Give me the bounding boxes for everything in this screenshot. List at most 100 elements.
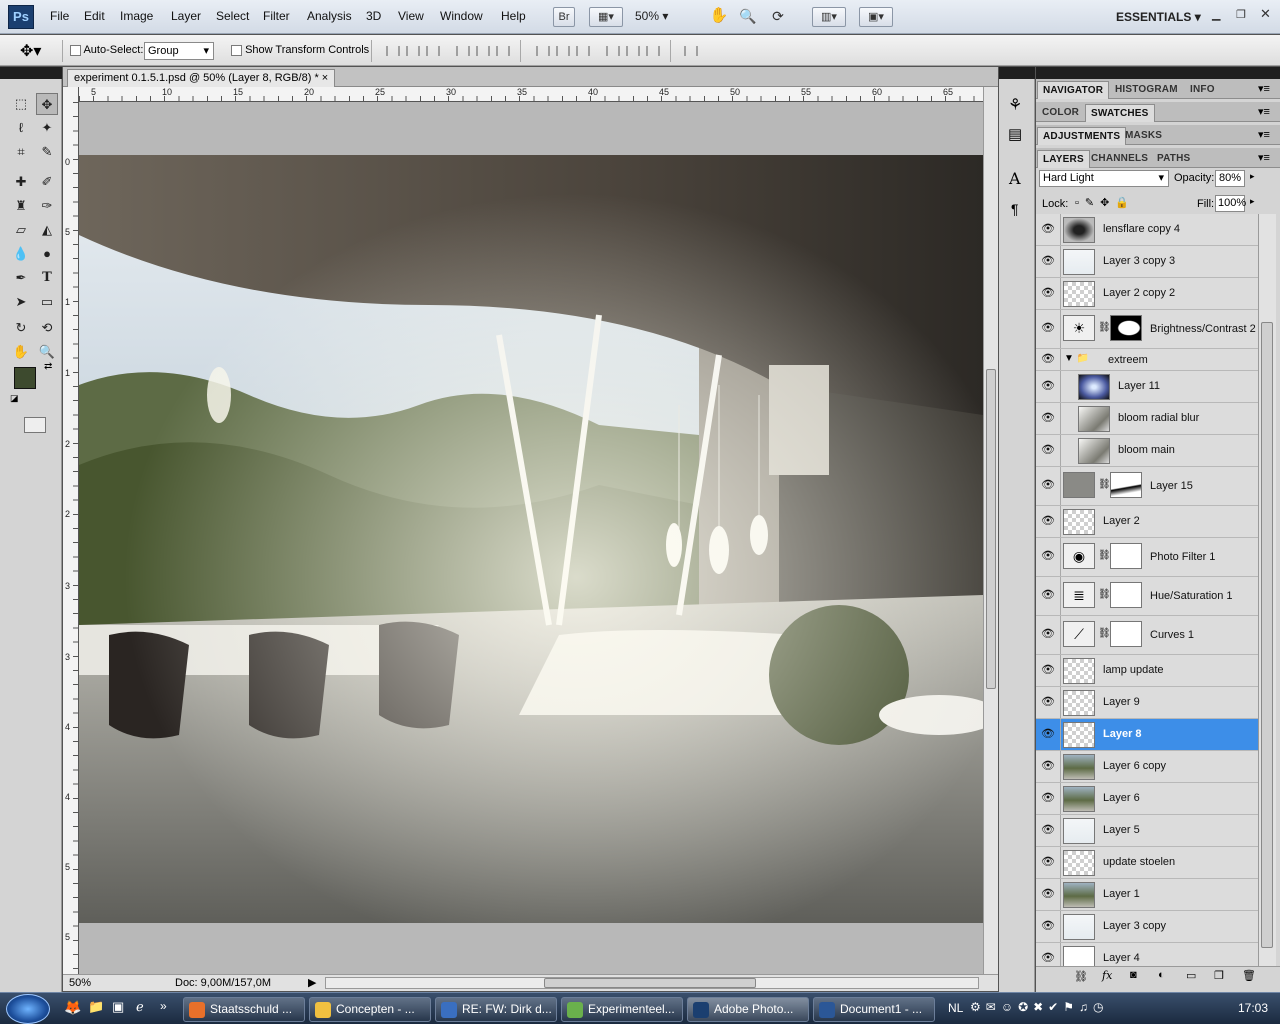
visibility-eye-icon[interactable]: 👁 xyxy=(1040,354,1056,365)
taskbar-button[interactable]: Adobe Photo... xyxy=(687,997,809,1022)
menu-view[interactable]: View xyxy=(398,9,424,23)
visibility-eye-icon[interactable]: 👁 xyxy=(1040,697,1056,708)
status-zoom[interactable]: 50% xyxy=(69,977,91,989)
taskbar-button[interactable]: Experimenteel... xyxy=(561,997,683,1022)
character-icon[interactable]: A xyxy=(1009,169,1021,188)
vertical-ruler[interactable]: 0 5 1 1 2 2 3 3 4 4 5 5 xyxy=(63,87,79,989)
paint-bucket-icon[interactable]: ◭ xyxy=(36,219,58,241)
vertical-scroll-thumb[interactable] xyxy=(986,369,996,689)
hand-icon[interactable]: ✋ xyxy=(708,7,730,27)
visibility-eye-icon[interactable]: 👁 xyxy=(1040,857,1056,868)
crop-tool-icon[interactable]: ⌗ xyxy=(10,141,32,163)
menu-edit[interactable]: Edit xyxy=(84,9,105,23)
auto-align-icon[interactable] xyxy=(684,46,698,56)
visibility-eye-icon[interactable]: 👁 xyxy=(1040,288,1056,299)
type-tool-icon[interactable]: T xyxy=(36,267,58,289)
auto-select-checkbox[interactable]: Auto-Select: xyxy=(70,44,143,56)
eraser-tool-icon[interactable]: ▱ xyxy=(10,219,32,241)
distribute-right-icon[interactable] xyxy=(646,46,660,56)
new-adjustment-icon[interactable]: ◐ xyxy=(1158,969,1165,981)
fill-input[interactable]: 100% xyxy=(1215,195,1246,212)
swap-colors-icon[interactable]: ⇄ xyxy=(44,361,52,372)
desktop-quicklaunch-icon[interactable]: ▣ xyxy=(112,999,124,1015)
lasso-tool-icon[interactable]: ℓ xyxy=(10,117,32,139)
tab-adjustments[interactable]: ADJUSTMENTS xyxy=(1037,127,1127,145)
clone-stamp-icon[interactable]: ♜ xyxy=(10,195,32,217)
layer-row[interactable]: 👁 Layer 6 xyxy=(1036,783,1258,815)
layer-style-icon[interactable]: fx xyxy=(1102,969,1112,982)
show-transform-checkbox[interactable]: Show Transform Controls xyxy=(231,44,369,56)
document-canvas[interactable] xyxy=(79,155,983,923)
opacity-input[interactable]: 80% xyxy=(1215,170,1245,187)
layer-row[interactable]: 👁 Layer 9 xyxy=(1036,687,1258,719)
3d-orbit-icon[interactable]: ⟲ xyxy=(36,317,58,339)
tab-paths[interactable]: PATHS xyxy=(1152,150,1195,168)
align-vcenter-icon[interactable] xyxy=(406,46,420,56)
visibility-eye-icon[interactable]: 👁 xyxy=(1040,793,1056,804)
layer-row[interactable]: 👁 ⛓ Layer 15 xyxy=(1036,467,1258,506)
taskbar-button[interactable]: Staatsschuld ... xyxy=(183,997,305,1022)
move-tool-preset-icon[interactable]: ✥▾ xyxy=(20,41,41,61)
marquee-tool-icon[interactable]: ⬚ xyxy=(10,93,32,115)
bridge-icon[interactable]: Br xyxy=(553,7,575,27)
visibility-eye-icon[interactable]: 👁 xyxy=(1040,729,1056,740)
arrange-documents-icon[interactable]: ▥▾ xyxy=(812,7,846,27)
layer-row[interactable]: 👁 Layer 2 xyxy=(1036,506,1258,538)
mask-link-icon[interactable]: ⛓ xyxy=(1098,322,1111,333)
align-hcenter-icon[interactable] xyxy=(476,46,490,56)
mask-link-icon[interactable]: ⛓ xyxy=(1098,628,1111,639)
group-folder-icon[interactable]: ▼ 📁 xyxy=(1064,353,1089,364)
layer-row[interactable]: 👁 Layer 11 xyxy=(1036,371,1258,403)
auto-select-dropdown[interactable]: Group ▾ xyxy=(144,42,214,60)
panel-menu-icon[interactable]: ▾≡ xyxy=(1258,82,1270,95)
tab-masks[interactable]: MASKS xyxy=(1120,127,1167,145)
visibility-eye-icon[interactable]: 👁 xyxy=(1040,761,1056,772)
delete-layer-icon[interactable]: 🗑 xyxy=(1242,969,1256,982)
history-brush-icon[interactable]: ✑ xyxy=(36,195,58,217)
visibility-eye-icon[interactable]: 👁 xyxy=(1040,381,1056,392)
visibility-eye-icon[interactable]: 👁 xyxy=(1040,480,1056,491)
new-group-icon[interactable]: ▭ xyxy=(1186,969,1196,982)
layer-row[interactable]: 👁 lensflare copy 4 xyxy=(1036,214,1258,246)
taskbar-button[interactable]: Concepten - ... xyxy=(309,997,431,1022)
visibility-eye-icon[interactable]: 👁 xyxy=(1040,323,1056,334)
align-left-icon[interactable] xyxy=(456,46,470,56)
menu-3d[interactable]: 3D xyxy=(366,9,381,23)
brush-presets-icon[interactable]: ⚘ xyxy=(1008,95,1022,115)
screen-mode-icon[interactable]: ▣▾ xyxy=(859,7,893,27)
start-button[interactable] xyxy=(6,994,50,1024)
visibility-eye-icon[interactable]: 👁 xyxy=(1040,224,1056,235)
paragraph-icon[interactable]: ¶ xyxy=(1011,201,1019,217)
layer-mask-thumbnail[interactable] xyxy=(1110,621,1142,647)
menu-help[interactable]: Help xyxy=(501,9,526,23)
mask-link-icon[interactable]: ⛓ xyxy=(1098,479,1111,490)
shape-tool-icon[interactable]: ▭ xyxy=(36,291,58,313)
tab-histogram[interactable]: HISTOGRAM xyxy=(1110,81,1183,99)
horizontal-scrollbar[interactable] xyxy=(325,977,979,989)
visibility-eye-icon[interactable]: 👁 xyxy=(1040,516,1056,527)
add-mask-icon[interactable]: ◙ xyxy=(1130,969,1137,981)
vertical-scrollbar[interactable] xyxy=(983,87,998,974)
zoom-icon[interactable]: 🔍 xyxy=(737,7,759,27)
visibility-eye-icon[interactable]: 👁 xyxy=(1040,825,1056,836)
layer-row[interactable]: 👁 ≣ ⛓ Hue/Saturation 1 xyxy=(1036,577,1258,616)
folder-quicklaunch-icon[interactable]: 📁 xyxy=(88,999,104,1015)
tab-color[interactable]: COLOR xyxy=(1037,104,1084,122)
hand-tool-icon[interactable]: ✋ xyxy=(10,341,32,363)
3d-rotate-icon[interactable]: ↻ xyxy=(10,317,32,339)
link-layers-icon[interactable]: ⛓ xyxy=(1074,970,1088,983)
layer-mask-thumbnail[interactable] xyxy=(1110,315,1142,341)
layers-scrollbar[interactable] xyxy=(1258,214,1276,966)
zoom-tool-icon[interactable]: 🔍 xyxy=(36,341,58,363)
layer-row[interactable]: 👁 Layer 4 xyxy=(1036,943,1258,966)
distribute-hcenter-icon[interactable] xyxy=(626,46,640,56)
tab-swatches[interactable]: SWATCHES xyxy=(1085,104,1155,122)
system-tray-icons[interactable]: ⚙✉☺✪✖✔⚑♫◷ xyxy=(970,1000,1108,1014)
menu-window[interactable]: Window xyxy=(440,9,483,23)
layer-row[interactable]: 👁 bloom radial blur xyxy=(1036,403,1258,435)
fill-arrow-icon[interactable]: ▸ xyxy=(1250,196,1255,207)
close-icon[interactable]: ✕ xyxy=(1260,6,1271,22)
visibility-eye-icon[interactable]: 👁 xyxy=(1040,953,1056,964)
layer-row[interactable]: 👁 Layer 2 copy 2 xyxy=(1036,278,1258,310)
mask-link-icon[interactable]: ⛓ xyxy=(1098,550,1111,561)
